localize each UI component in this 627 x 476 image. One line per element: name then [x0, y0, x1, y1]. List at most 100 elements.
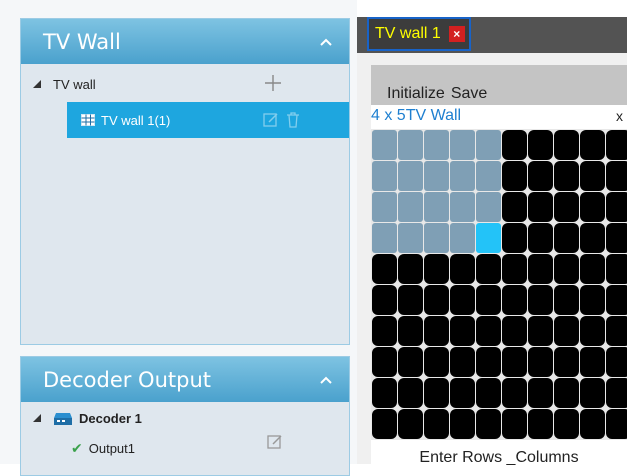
- grid-cell[interactable]: [580, 347, 605, 377]
- grid-cell[interactable]: [398, 316, 423, 346]
- delete-icon[interactable]: [286, 112, 300, 131]
- grid-cell[interactable]: [554, 161, 579, 191]
- grid-cell[interactable]: [398, 347, 423, 377]
- grid-cell[interactable]: [528, 223, 553, 253]
- tree-row-tv-wall[interactable]: TV wall: [21, 66, 349, 102]
- grid-cell[interactable]: [606, 285, 627, 315]
- grid-cell[interactable]: [528, 285, 553, 315]
- grid-cell[interactable]: [398, 285, 423, 315]
- tree-row-decoder-1[interactable]: Decoder 1: [21, 402, 349, 434]
- grid-cell[interactable]: [554, 285, 579, 315]
- wall-size-grid[interactable]: [371, 129, 627, 440]
- grid-cell[interactable]: [476, 192, 501, 222]
- grid-cell[interactable]: [372, 192, 397, 222]
- grid-cell[interactable]: [476, 409, 501, 439]
- grid-cell[interactable]: [450, 223, 475, 253]
- grid-cell[interactable]: [476, 285, 501, 315]
- grid-cell[interactable]: [606, 347, 627, 377]
- grid-cell[interactable]: [528, 378, 553, 408]
- grid-cell[interactable]: [424, 378, 449, 408]
- grid-cell[interactable]: [606, 409, 627, 439]
- grid-cell[interactable]: [372, 316, 397, 346]
- grid-cell[interactable]: [580, 223, 605, 253]
- grid-cell[interactable]: [424, 347, 449, 377]
- grid-cell[interactable]: [502, 316, 527, 346]
- grid-cell[interactable]: [372, 130, 397, 160]
- grid-cell[interactable]: [424, 409, 449, 439]
- tab-tv-wall-1[interactable]: TV wall 1 ×: [367, 17, 471, 51]
- grid-cell[interactable]: [580, 130, 605, 160]
- grid-cell[interactable]: [476, 161, 501, 191]
- grid-cell[interactable]: [554, 254, 579, 284]
- grid-cell[interactable]: [424, 316, 449, 346]
- collapse-chevron-up-icon[interactable]: [317, 33, 335, 51]
- grid-cell[interactable]: [606, 192, 627, 222]
- grid-cell[interactable]: [398, 254, 423, 284]
- grid-cell[interactable]: [580, 378, 605, 408]
- grid-cell[interactable]: [580, 316, 605, 346]
- grid-cell[interactable]: [450, 409, 475, 439]
- grid-cell[interactable]: [502, 378, 527, 408]
- grid-cell[interactable]: [528, 347, 553, 377]
- grid-cell[interactable]: [372, 254, 397, 284]
- grid-cell[interactable]: [606, 130, 627, 160]
- grid-cell[interactable]: [372, 409, 397, 439]
- grid-cell[interactable]: [450, 130, 475, 160]
- grid-cell[interactable]: [450, 347, 475, 377]
- grid-cell[interactable]: [554, 409, 579, 439]
- grid-cell[interactable]: [502, 130, 527, 160]
- grid-cell[interactable]: [580, 161, 605, 191]
- grid-cell[interactable]: [398, 161, 423, 191]
- grid-cell[interactable]: [528, 316, 553, 346]
- grid-cell[interactable]: [476, 254, 501, 284]
- grid-cell[interactable]: [450, 161, 475, 191]
- grid-cell[interactable]: [398, 130, 423, 160]
- grid-cell[interactable]: [554, 192, 579, 222]
- grid-cell[interactable]: [606, 316, 627, 346]
- grid-cell[interactable]: [424, 161, 449, 191]
- grid-cell[interactable]: [606, 161, 627, 191]
- grid-cell[interactable]: [450, 192, 475, 222]
- grid-cell[interactable]: [450, 254, 475, 284]
- grid-cell[interactable]: [502, 254, 527, 284]
- grid-cell[interactable]: [528, 192, 553, 222]
- grid-cell[interactable]: [606, 254, 627, 284]
- grid-cell[interactable]: [502, 192, 527, 222]
- grid-cell[interactable]: [424, 254, 449, 284]
- grid-cell[interactable]: [398, 378, 423, 408]
- grid-cell[interactable]: [554, 223, 579, 253]
- grid-cell[interactable]: [502, 161, 527, 191]
- edit-icon[interactable]: [263, 112, 279, 131]
- tree-row-tv-wall-1[interactable]: TV wall 1(1): [67, 102, 349, 138]
- grid-cell[interactable]: [476, 347, 501, 377]
- tv-wall-panel-header[interactable]: TV Wall: [21, 19, 349, 64]
- close-icon[interactable]: x: [616, 108, 623, 124]
- grid-cell[interactable]: [424, 223, 449, 253]
- grid-cell[interactable]: [580, 192, 605, 222]
- grid-cell[interactable]: [528, 409, 553, 439]
- grid-cell[interactable]: [450, 316, 475, 346]
- grid-cell[interactable]: [502, 223, 527, 253]
- grid-cell[interactable]: [398, 223, 423, 253]
- expand-triangle-icon[interactable]: [31, 413, 43, 423]
- grid-cell[interactable]: [502, 347, 527, 377]
- grid-cell[interactable]: [450, 285, 475, 315]
- grid-cell[interactable]: [502, 409, 527, 439]
- grid-cell[interactable]: [372, 347, 397, 377]
- grid-cell[interactable]: [450, 378, 475, 408]
- grid-cell[interactable]: [554, 347, 579, 377]
- grid-cell[interactable]: [580, 285, 605, 315]
- close-icon[interactable]: ×: [448, 26, 465, 42]
- grid-cell[interactable]: [580, 409, 605, 439]
- edit-icon[interactable]: [267, 434, 283, 453]
- grid-cell[interactable]: [424, 285, 449, 315]
- initialize-button[interactable]: Initialize: [387, 85, 445, 103]
- grid-cell[interactable]: [372, 285, 397, 315]
- grid-cell[interactable]: [554, 130, 579, 160]
- grid-cell[interactable]: [476, 223, 501, 253]
- grid-cell[interactable]: [554, 316, 579, 346]
- save-button[interactable]: Save: [451, 85, 487, 103]
- grid-cell[interactable]: [398, 192, 423, 222]
- collapse-chevron-up-icon[interactable]: [317, 371, 335, 389]
- grid-cell[interactable]: [476, 378, 501, 408]
